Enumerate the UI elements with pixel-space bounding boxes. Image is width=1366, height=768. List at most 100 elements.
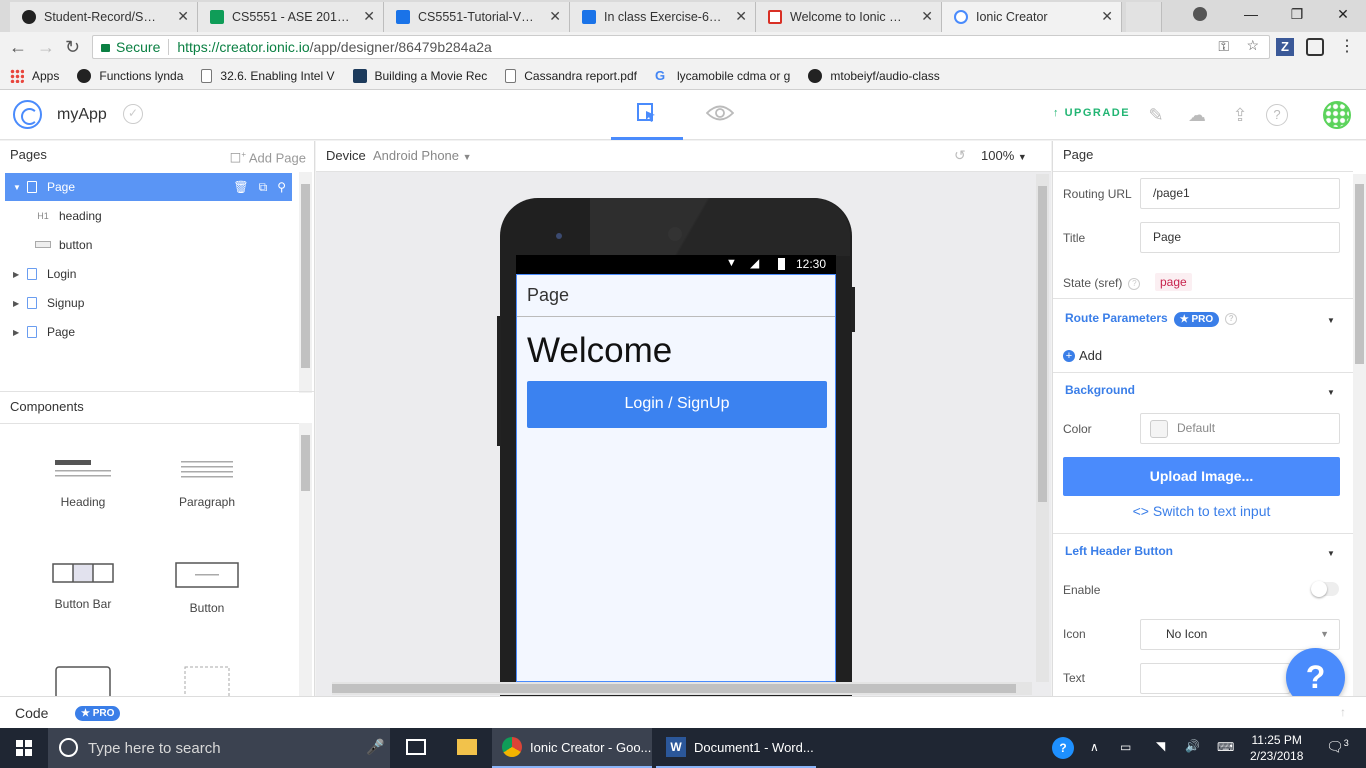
close-tab-icon[interactable]: ✕ [177,8,189,25]
page-tree-item[interactable]: ▼ Page 🗑 ⧉ ⚲ [5,173,292,201]
properties-scrollbar[interactable] [1353,174,1366,696]
expand-arrow-icon[interactable]: ↑ [1340,705,1346,719]
background-section[interactable]: Background [1065,383,1135,397]
bookmark-item[interactable]: 32.6. Enabling Intel V [201,68,335,83]
icon-select[interactable]: No Icon ▼ [1140,619,1340,650]
close-tab-icon[interactable]: ✕ [735,8,747,25]
microphone-icon[interactable]: 🎤 [366,738,385,756]
bookmark-item[interactable]: mtobeiyf/audio-class [808,68,940,83]
close-tab-icon[interactable]: ✕ [1101,8,1113,25]
help-icon[interactable]: ? [1266,104,1288,126]
taskbar-clock[interactable]: 11:25 PM 2/23/2018 [1250,732,1303,764]
component-button[interactable]: Button [157,562,257,615]
taskbar-search[interactable]: Type here to search 🎤 [48,728,390,768]
bookmark-item[interactable]: Functions lynda [77,68,183,83]
color-picker[interactable]: Default [1140,413,1340,444]
components-scrollbar[interactable] [299,423,312,696]
title-input[interactable]: Page [1140,222,1340,253]
share-icon[interactable]: ⇪ [1229,104,1251,126]
design-mode-icon[interactable] [636,102,658,124]
battery-tray-icon[interactable]: ▭ [1120,740,1131,754]
routing-url-input[interactable]: /page1 [1140,178,1340,209]
caret-down-icon[interactable]: ▼ [1327,549,1335,558]
route-parameters-section[interactable]: Route Parameters ★ PRO? [1065,311,1238,327]
zotero-icon[interactable]: Z [1276,38,1294,56]
rotate-icon[interactable]: ↺ [954,147,966,164]
browser-tab[interactable]: Welcome to Ionic 💙 - ✕ [756,2,942,32]
component-heading[interactable]: Heading [33,458,133,509]
url-bar[interactable]: Secure https://creator.ionic.io /app/des… [92,35,1270,59]
key-icon[interactable]: ⚿ [1218,38,1229,55]
upgrade-button[interactable]: ↑ UPGRADE [1053,107,1130,119]
caret-down-icon[interactable]: ▼ [1327,388,1335,397]
bookmark-star-icon[interactable]: ☆ [1246,37,1259,54]
pin-icon[interactable]: ⚲ [277,180,286,195]
task-view-icon[interactable] [406,739,426,755]
device-select[interactable]: Android Phone ▼ [373,148,472,163]
browser-tab[interactable]: CS5551-Tutorial-VI.ppt ✕ [384,2,570,32]
text-input[interactable] [1140,663,1290,694]
duplicate-icon[interactable]: ⧉ [259,180,268,195]
caret-right-icon[interactable]: ▶ [13,270,21,279]
zoom-select[interactable]: 100% ▼ [981,148,1027,163]
close-window-icon[interactable]: ✕ [1320,0,1366,30]
bookmark-item[interactable]: Glycamobile cdma or g [655,68,790,83]
theme-brush-icon[interactable]: ✎ [1145,104,1167,126]
notifications-icon[interactable]: 🗨3 [1326,738,1349,756]
close-tab-icon[interactable]: ✕ [549,8,561,25]
windows-start-icon[interactable] [16,740,32,756]
login-signup-button[interactable]: Login / SignUp [527,381,827,428]
page-preview-screen[interactable]: Page Welcome Login / SignUp [516,274,836,682]
user-avatar[interactable] [1323,101,1351,129]
back-icon[interactable]: ← [9,37,27,58]
help-icon[interactable]: ? [1128,277,1141,290]
browser-tab[interactable]: Student-Record/Semes ✕ [10,2,198,32]
canvas-vscroll-thumb[interactable] [1038,186,1047,502]
close-tab-icon[interactable]: ✕ [921,8,933,25]
pages-scroll-thumb[interactable] [301,184,310,368]
profile-icon[interactable] [1193,7,1207,21]
taskbar-app-word[interactable]: W Document1 - Word... [656,728,816,768]
welcome-heading[interactable]: Welcome [527,331,672,371]
ionic-logo-icon[interactable] [13,100,42,129]
browser-tab-active[interactable]: Ionic Creator ✕ [942,2,1122,32]
page-tree-item[interactable]: ▶ Signup [5,289,292,317]
add-route-param-button[interactable]: + Add [1063,348,1102,363]
canvas-vertical-scrollbar[interactable] [1036,174,1049,682]
browser-tab[interactable]: CS5551 - ASE 2018 Spr ✕ [198,2,384,32]
properties-scroll-thumb[interactable] [1355,184,1364,364]
app-name[interactable]: myApp [57,106,107,124]
components-scroll-thumb[interactable] [301,435,310,491]
page-nav-title[interactable]: Page [517,275,835,317]
page-tree-item[interactable]: ▶ Login [5,260,292,288]
pages-scrollbar[interactable] [299,172,312,393]
add-page-button[interactable]: ☐+ Add Page [230,141,306,172]
file-explorer-icon[interactable] [457,739,477,755]
network-icon[interactable]: ◥ [1156,739,1165,753]
maximize-icon[interactable]: ❐ [1274,0,1320,30]
code-toggle[interactable]: Code [15,705,48,721]
component-paragraph[interactable]: Paragraph [157,458,257,509]
switch-to-text-input-link[interactable]: <> Switch to text input [1053,503,1350,519]
upload-image-button[interactable]: Upload Image... [1063,457,1340,496]
caret-right-icon[interactable]: ▶ [13,299,21,308]
check-icon[interactable]: ✓ [123,104,143,124]
minimize-icon[interactable]: — [1228,0,1274,30]
component-button-bar[interactable]: Button Bar [33,562,133,611]
left-header-button-section[interactable]: Left Header Button [1065,544,1173,558]
caret-down-icon[interactable]: ▼ [13,183,21,192]
taskbar-app-chrome[interactable]: Ionic Creator - Goo... [492,728,652,768]
bookmark-item[interactable]: Building a Movie Rec [352,68,487,83]
volume-icon[interactable]: 🔊 [1185,739,1200,753]
chevron-up-icon[interactable]: ∧ [1090,740,1099,754]
component-tree-item[interactable]: button [5,231,292,259]
reload-icon[interactable]: ↻ [65,37,80,58]
close-tab-icon[interactable]: ✕ [363,8,375,25]
caret-right-icon[interactable]: ▶ [13,328,21,337]
canvas-horizontal-scrollbar[interactable] [332,682,1032,695]
help-icon[interactable]: ? [1225,312,1238,325]
caret-down-icon[interactable]: ▼ [1327,316,1335,325]
component-tree-item[interactable]: H1 heading [5,202,292,230]
trash-icon[interactable]: 🗑 [233,180,248,195]
enable-toggle[interactable] [1311,581,1339,597]
